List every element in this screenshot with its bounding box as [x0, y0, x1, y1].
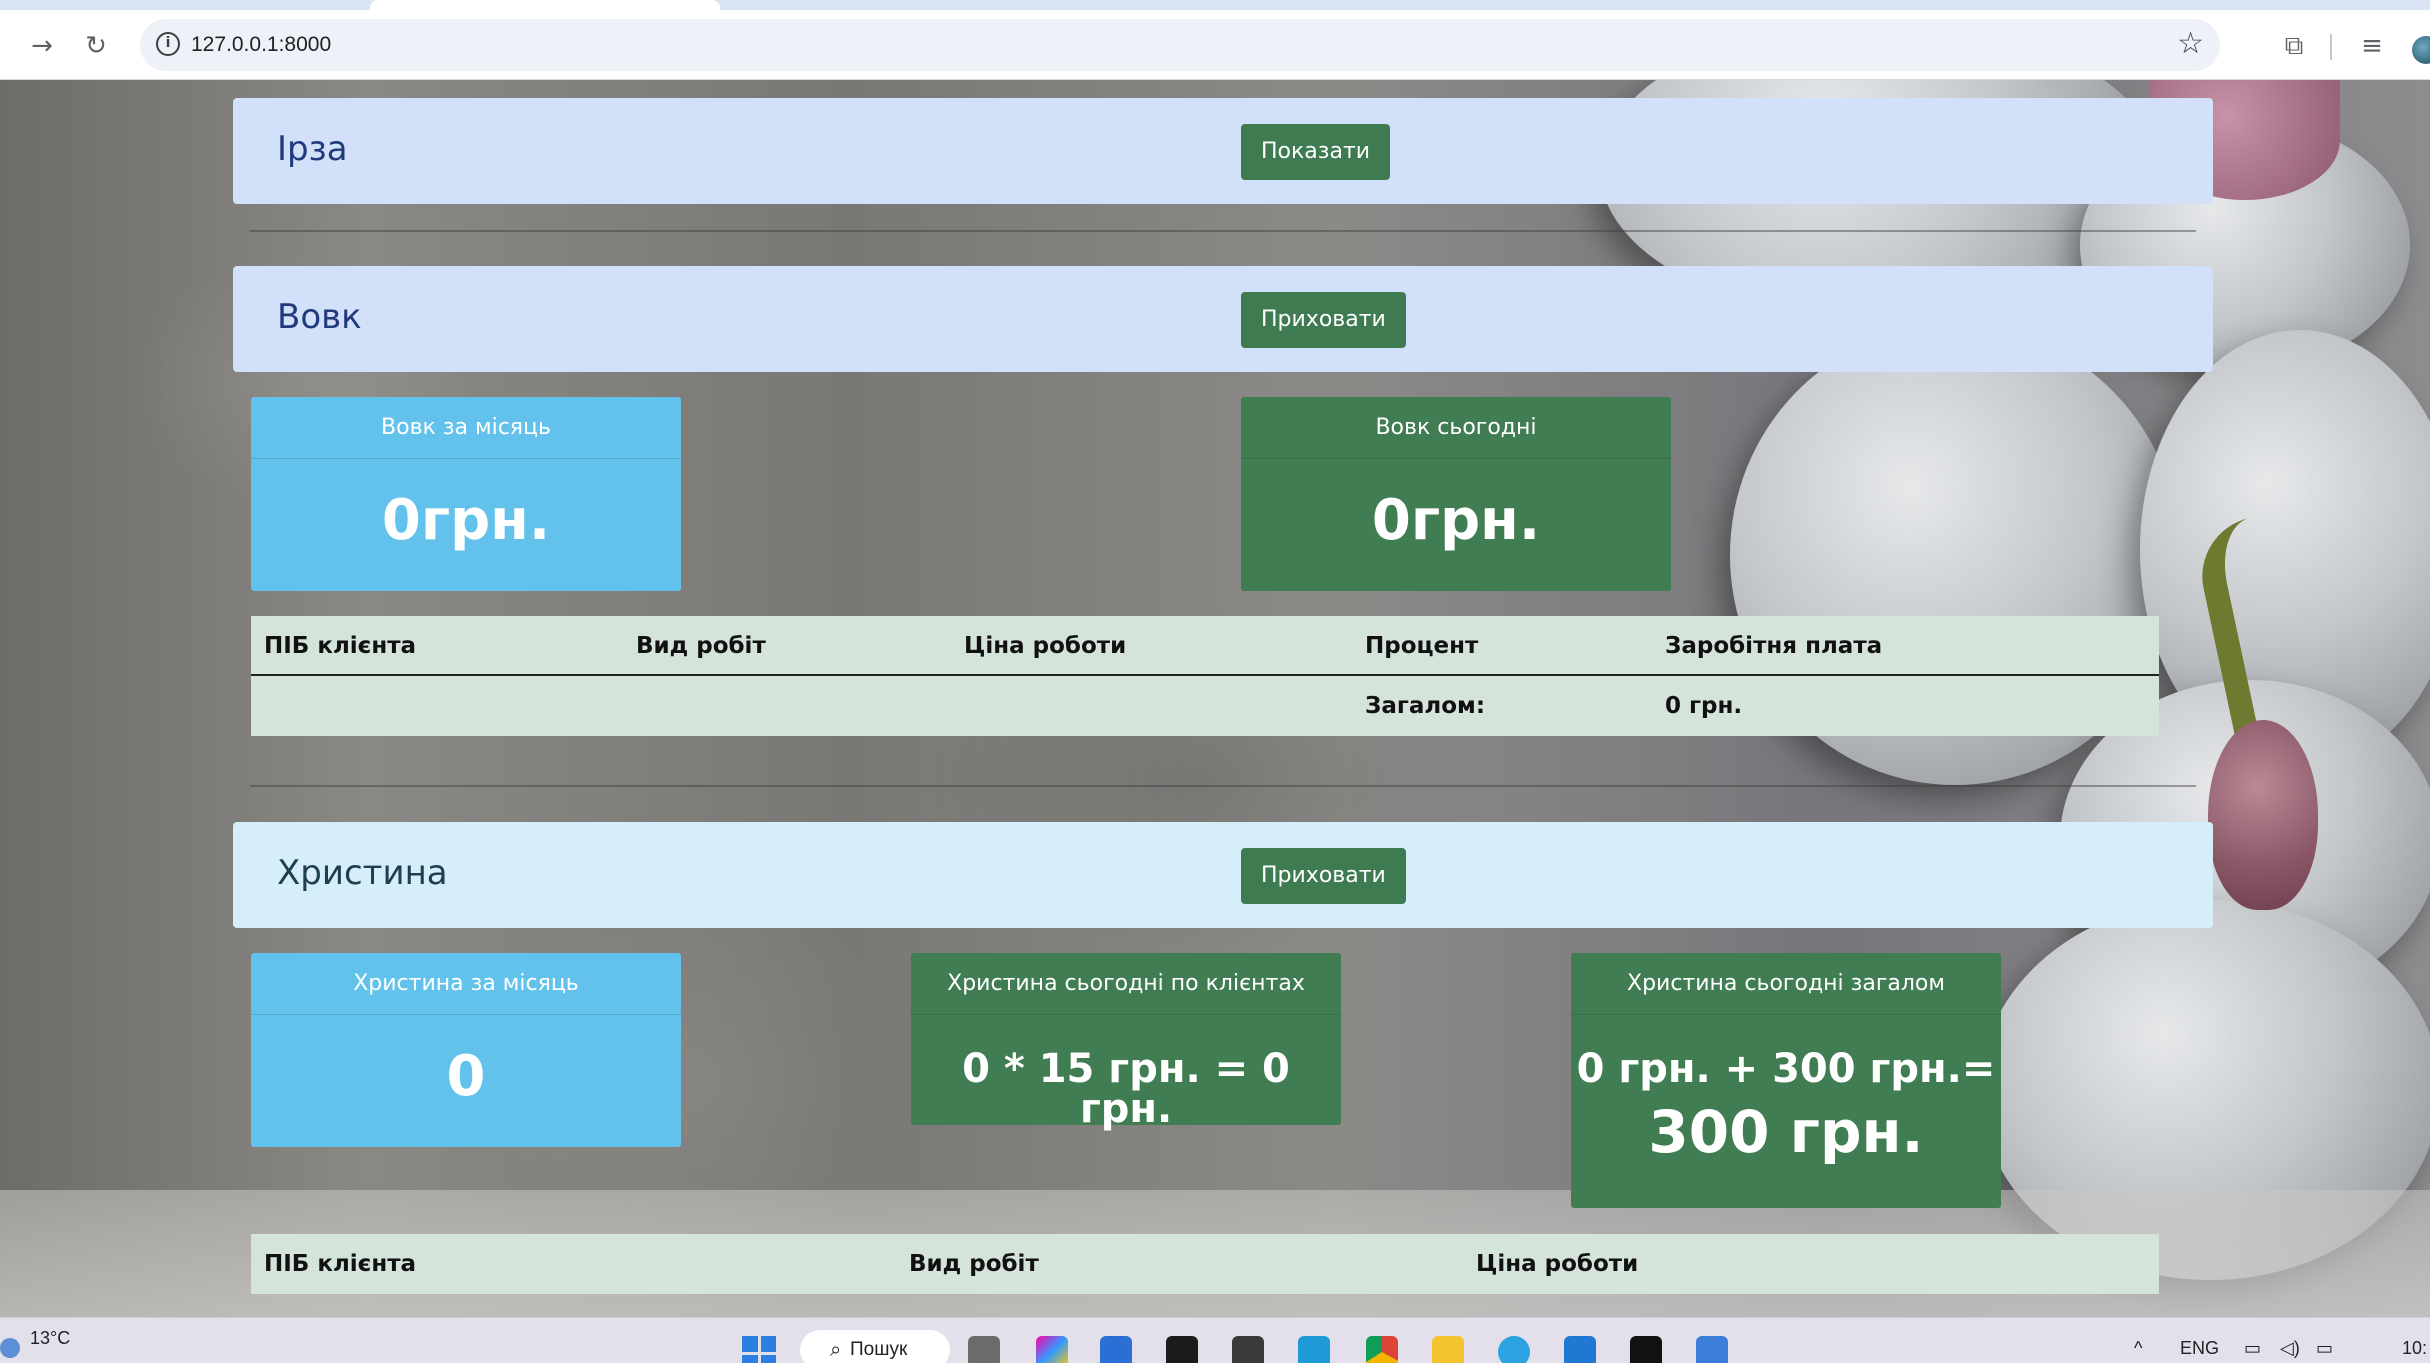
file-explorer-icon[interactable]: [1432, 1336, 1464, 1363]
column-header: Заробітня плата: [1665, 633, 1883, 659]
column-header: Процент: [1365, 633, 1479, 659]
stat-card-value: 0грн.: [1371, 488, 1541, 553]
section-divider: [250, 230, 2196, 232]
worker-name: Ірза: [277, 129, 348, 169]
browser-toolbar: → ↻ i 127.0.0.1:8000 ☆ ⧉ ≡: [0, 10, 2430, 80]
url-text[interactable]: 127.0.0.1:8000: [191, 31, 331, 59]
worker-header-vovk: Вовк Приховати: [233, 266, 2213, 372]
stat-card-today: Вовк сьогодні 0грн.: [1241, 397, 1671, 591]
stat-card-title: Христина за місяць: [251, 953, 681, 1015]
pycharm-icon[interactable]: [1630, 1336, 1662, 1363]
app-icon[interactable]: [1232, 1336, 1264, 1363]
os-taskbar: 13°C ⌕ Пошук ^ ENG ▭ ◁) ▭ 10:: [0, 1317, 2430, 1363]
stat-card-value-line1: 0 грн. + 300 грн.=: [1576, 1046, 1996, 1092]
section-divider: [250, 785, 2196, 787]
worker-name: Христина: [277, 853, 448, 893]
stat-card-value: 0 * 15 грн. = 0 грн.: [962, 1046, 1290, 1132]
media-controls-icon[interactable]: ≡: [2352, 26, 2392, 66]
volume-icon[interactable]: ◁): [2280, 1338, 2300, 1358]
profile-avatar[interactable]: [2412, 36, 2430, 64]
taskbar-search[interactable]: ⌕ Пошук: [800, 1330, 950, 1363]
stat-card-title: Вовк сьогодні: [1241, 397, 1671, 459]
stat-card-today-clients: Христина сьогодні по клієнтах 0 * 15 грн…: [911, 953, 1341, 1129]
edge-icon[interactable]: [1298, 1336, 1330, 1363]
stat-card-month: Вовк за місяць 0грн.: [251, 397, 681, 591]
active-tab[interactable]: [370, 0, 720, 10]
task-view-icon[interactable]: [968, 1336, 1000, 1363]
column-header: Ціна роботи: [1476, 1251, 1639, 1277]
search-icon: ⌕: [830, 1339, 842, 1361]
column-header: ПІБ клієнта: [264, 1251, 417, 1277]
worker-header-irza: Ірза Показати: [233, 98, 2213, 204]
worker-name: Вовк: [277, 297, 362, 337]
address-bar[interactable]: i 127.0.0.1:8000 ☆: [140, 19, 2220, 71]
stat-card-title: Христина сьогодні по клієнтах: [911, 953, 1341, 1015]
stat-card-value-line2: 300 грн.: [1648, 1098, 1924, 1166]
chrome-icon[interactable]: [1366, 1336, 1398, 1363]
stat-card-title: Христина сьогодні загалом: [1571, 953, 2001, 1015]
weather-icon[interactable]: [0, 1338, 20, 1358]
telegram-icon[interactable]: [1498, 1336, 1530, 1363]
github-icon[interactable]: [1166, 1336, 1198, 1363]
site-info-icon[interactable]: i: [156, 32, 180, 56]
clients-table: ПІБ клієнта Вид робіт Ціна роботи: [251, 1234, 2159, 1294]
bookmark-star-icon[interactable]: ☆: [2177, 27, 2204, 61]
hide-button[interactable]: Приховати: [1241, 848, 1406, 904]
page-content: Ірза Показати Вовк Приховати Вовк за міс…: [0, 80, 2430, 1317]
windows-start-icon[interactable]: [742, 1336, 776, 1363]
weather-temperature[interactable]: 13°C: [30, 1328, 70, 1348]
column-header: ПІБ клієнта: [264, 633, 417, 659]
search-label: Пошук: [850, 1339, 908, 1360]
forward-arrow-icon[interactable]: →: [22, 26, 62, 66]
network-icon[interactable]: ▭: [2244, 1338, 2261, 1358]
chevron-up-icon[interactable]: ^: [2134, 1338, 2142, 1358]
toolbar-divider: [2330, 34, 2332, 60]
total-label: Загалом:: [1365, 693, 1486, 719]
input-language[interactable]: ENG: [2180, 1338, 2219, 1358]
column-header: Вид робіт: [909, 1251, 1039, 1277]
copilot-icon[interactable]: [1036, 1336, 1068, 1363]
stat-card-today-total: Христина сьогодні загалом 0 грн. + 300 г…: [1571, 953, 2001, 1208]
vscode-icon[interactable]: [1564, 1336, 1596, 1363]
hide-button[interactable]: Приховати: [1241, 292, 1406, 348]
table-header-row: ПІБ клієнта Вид робіт Ціна роботи Процен…: [251, 616, 2159, 676]
column-header: Вид робіт: [636, 633, 766, 659]
reload-icon[interactable]: ↻: [76, 26, 116, 66]
app-icon[interactable]: [1696, 1336, 1728, 1363]
stat-card-value: 0: [446, 1044, 486, 1109]
battery-icon[interactable]: ▭: [2316, 1338, 2333, 1358]
orchid-bud: [2208, 720, 2318, 910]
show-button[interactable]: Показати: [1241, 124, 1391, 180]
total-value: 0 грн.: [1665, 693, 1743, 719]
stat-card-title: Вовк за місяць: [251, 397, 681, 459]
browser-tab-strip: [0, 0, 2430, 10]
table-total-row: Загалом: 0 грн.: [251, 676, 2159, 736]
clock[interactable]: 10:: [2402, 1338, 2427, 1358]
store-icon[interactable]: [1100, 1336, 1132, 1363]
stat-card-month: Христина за місяць 0: [251, 953, 681, 1147]
extensions-icon[interactable]: ⧉: [2274, 26, 2314, 66]
clients-table: ПІБ клієнта Вид робіт Ціна роботи Процен…: [251, 616, 2159, 736]
worker-header-khrystyna: Христина Приховати: [233, 822, 2213, 928]
table-header-row: ПІБ клієнта Вид робіт Ціна роботи: [251, 1234, 2159, 1294]
column-header: Ціна роботи: [964, 633, 1127, 659]
stat-card-value: 0грн.: [381, 488, 551, 553]
